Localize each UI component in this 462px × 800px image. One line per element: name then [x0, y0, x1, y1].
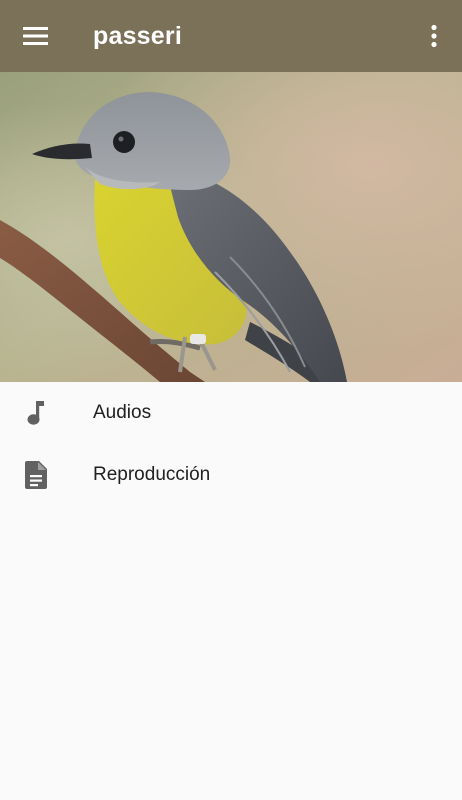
music-note-icon [22, 399, 50, 427]
menu-button[interactable] [14, 14, 58, 58]
hamburger-menu-icon [23, 27, 48, 45]
nav-item-label: Audios [93, 402, 152, 423]
nav-item-reproduccion[interactable]: Reproducción [0, 444, 462, 506]
nav-item-audios[interactable]: Audios [0, 382, 462, 444]
navigation-list: Audios Reproducción [0, 382, 462, 506]
overflow-menu-button[interactable] [412, 14, 456, 58]
document-icon [22, 461, 50, 489]
header-bird-image [0, 72, 462, 382]
more-vert-icon [431, 24, 437, 48]
bird-on-branch-photo [0, 72, 462, 382]
app-title: passeri [93, 22, 182, 50]
app-bar: passeri [0, 0, 462, 72]
nav-item-label: Reproducción [93, 464, 211, 485]
